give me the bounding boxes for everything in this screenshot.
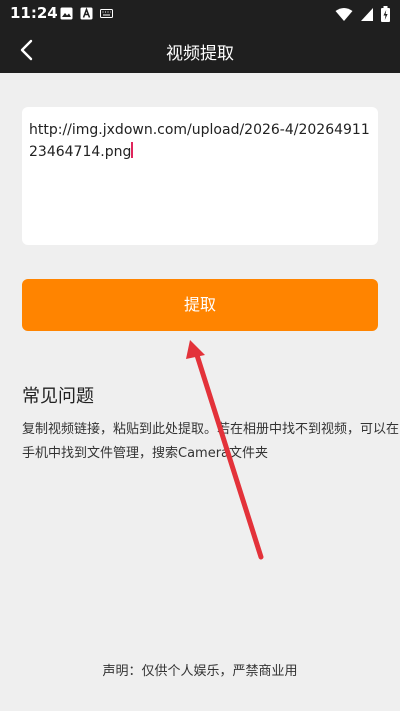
status-left-icons (60, 7, 113, 20)
text-cursor (131, 142, 134, 158)
page-title: 视频提取 (166, 44, 234, 64)
faq-title: 常见问题 (22, 386, 94, 407)
status-bar: 11:24 (0, 0, 400, 28)
wifi-icon (335, 7, 353, 21)
extract-button[interactable]: 提取 (22, 279, 378, 331)
signal-icon (361, 7, 373, 21)
url-input-value: http://img.jxdown.com/upload/2026-4/2026… (29, 122, 370, 160)
text-a-icon (80, 7, 93, 20)
status-time: 11:24 (10, 4, 58, 22)
keyboard-icon (100, 9, 113, 18)
disclaimer-text: 声明：仅供个人娱乐，严禁商业用 (102, 664, 298, 679)
toolbar: 视频提取 (0, 28, 400, 73)
image-icon (60, 7, 73, 20)
url-input[interactable]: http://img.jxdown.com/upload/2026-4/2026… (22, 107, 378, 245)
faq-body: 复制视频链接，粘贴到此处提取。若在相册中找不到视频，可以在手机中找到文件管理，搜… (22, 422, 400, 461)
battery-icon (381, 6, 390, 22)
status-right-icons (335, 6, 390, 22)
